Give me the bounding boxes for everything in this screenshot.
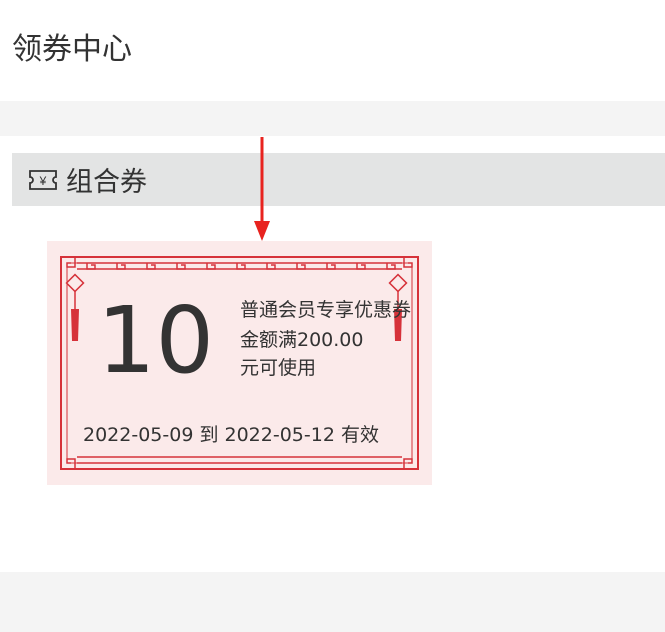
coupon-name: 普通会员专享优惠券 [240,299,412,321]
coupon-validity: 2022-05-09 到 2022-05-12 有效 [83,424,379,446]
coupon-amount: 10 [97,287,215,394]
page-title: 领券中心 [12,32,132,67]
divider-band-top [0,101,665,136]
coupon-condition-line1: 金额满200.00 [240,329,364,351]
section-header: ¥ 组合券 [12,153,665,206]
coupon-condition-line2: 元可使用 [240,357,317,379]
svg-text:¥: ¥ [39,174,47,188]
ticket-yen-icon: ¥ [29,169,57,190]
coupon-card[interactable]: 10 普通会员专享优惠券 金额满200.00 元可使用 2022-05-09 到… [47,241,432,485]
divider-band-bottom [0,572,665,632]
section-title: 组合券 [66,167,147,198]
annotation-arrow [254,137,270,241]
